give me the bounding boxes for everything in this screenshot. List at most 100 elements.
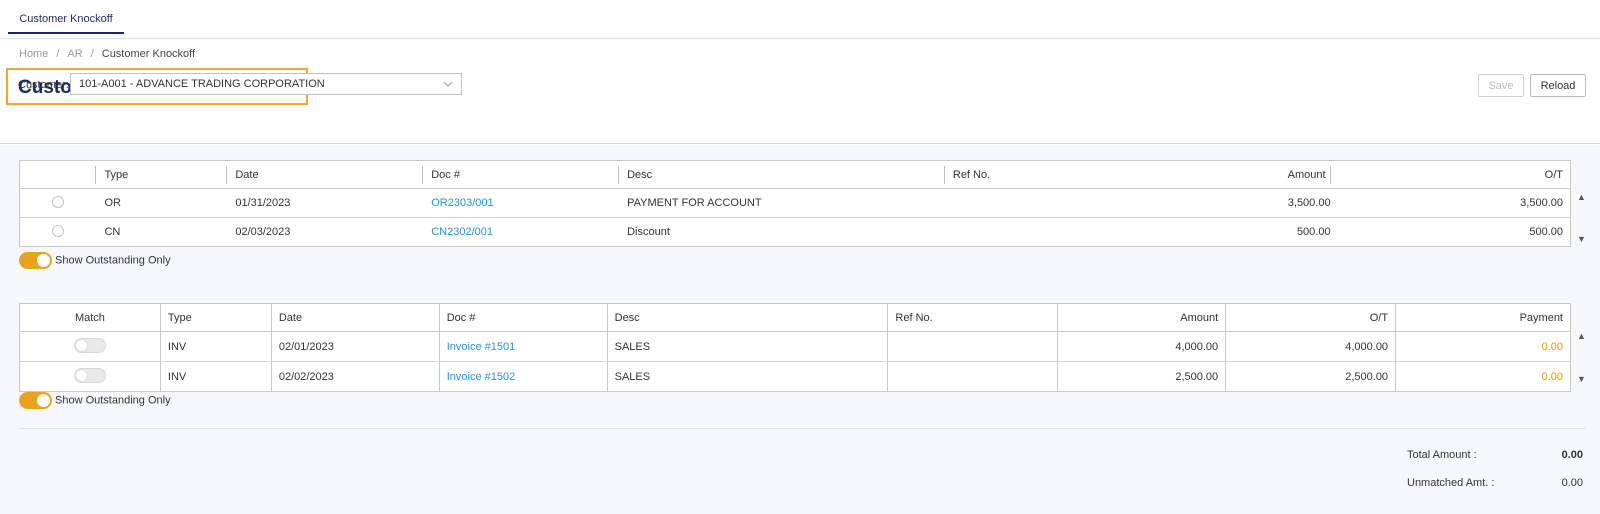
row-radio[interactable] [51, 195, 64, 208]
reload-button[interactable]: Reload [1530, 74, 1586, 97]
column-separator [618, 165, 620, 184]
cell-ot: 500.00 [1529, 226, 1563, 238]
cell-amount: 2,500.00 [1057, 361, 1227, 392]
breadcrumb: Home / AR / Customer Knockoff [19, 48, 195, 60]
cell-type: CN [104, 226, 121, 238]
toggle-switch[interactable] [19, 252, 52, 269]
scroll-down-arrow-icon[interactable]: ▼ [1577, 374, 1586, 384]
column-header-doc: Doc # [439, 303, 608, 332]
cell-amount: 500.00 [1296, 226, 1331, 238]
column-header-label: Ref No. [952, 168, 991, 181]
tab-customer-knockoff[interactable]: Customer Knockoff [8, 0, 124, 34]
column-header-type: Type [95, 160, 227, 189]
cell-date: 01/31/2023 [226, 188, 423, 218]
cell-doc: Invoice #1501 [439, 331, 608, 362]
customer-select-value: 101-A001 - ADVANCE TRADING CORPORATION [79, 78, 325, 90]
customer-select[interactable]: 101-A001 - ADVANCE TRADING CORPORATION [70, 73, 462, 95]
scroll-up-arrow-icon[interactable]: ▲ [1577, 331, 1586, 341]
cell-payment[interactable]: 0.00 [1395, 331, 1571, 362]
toggle-switch[interactable] [19, 392, 52, 409]
cell-type: INV [160, 361, 272, 392]
cell-desc: SALES [607, 331, 889, 362]
cell-ref [944, 218, 1141, 247]
scroll-up-arrow-icon[interactable]: ▲ [1577, 192, 1586, 202]
cell-desc: Discount [627, 226, 670, 238]
payments-table: Type Date Doc # Desc Ref No. Amount O/T … [19, 160, 1571, 247]
doc-link[interactable]: OR2303/001 [431, 197, 493, 209]
cell-ot: 2,500.00 [1225, 361, 1397, 392]
column-header-desc: Desc [618, 160, 944, 189]
column-header-label: Amount [1287, 168, 1326, 181]
column-header-doc: Doc # [422, 160, 619, 189]
row-radio[interactable] [51, 224, 64, 237]
column-header-label: Desc [627, 168, 653, 181]
show-outstanding-toggle-invoices[interactable]: Show Outstanding Only [19, 392, 171, 409]
column-header-type: Type [160, 303, 272, 332]
cell-doc: OR2303/001 [422, 188, 619, 218]
toggle-label: Show Outstanding Only [55, 254, 171, 267]
breadcrumb-ar[interactable]: AR [67, 48, 82, 60]
table-row[interactable]: CN 02/03/2023 CN2302/001 Discount 500.00… [20, 218, 1571, 247]
cell-match [19, 361, 161, 392]
cell-ot: 4,000.00 [1225, 331, 1397, 362]
column-header-label: Type [104, 168, 129, 181]
column-separator [943, 165, 945, 184]
content-area: Type Date Doc # Desc Ref No. Amount O/T … [0, 145, 1600, 514]
total-amount-label: Total Amount : [1407, 449, 1477, 461]
cell-amount: 4,000.00 [1057, 331, 1227, 362]
doc-link[interactable]: Invoice #1502 [447, 371, 516, 383]
column-header-amount: Amount [1057, 303, 1227, 332]
table-header-row: Match Type Date Doc # Desc Ref No. Amoun… [19, 303, 1571, 332]
table-row[interactable]: INV 02/01/2023 Invoice #1501 SALES 4,000… [19, 331, 1571, 362]
breadcrumb-separator: / [56, 48, 60, 60]
cell-ot: 3,500.00 [1337, 188, 1571, 218]
cell-payment[interactable]: 0.00 [1396, 362, 1571, 392]
cell-desc: PAYMENT FOR ACCOUNT [618, 188, 944, 218]
cell-amount: 3,500.00 [1140, 188, 1338, 218]
cell-type: OR [95, 188, 227, 218]
chevron-down-icon [443, 74, 453, 102]
doc-link[interactable]: Invoice #1501 [447, 341, 516, 353]
cell-date: 02/02/2023 [271, 361, 440, 392]
column-header-date: Date [226, 160, 423, 189]
breadcrumb-current: Customer Knockoff [101, 48, 196, 60]
unmatched-amount-value: 0.00 [1561, 477, 1583, 489]
table-header-row: Type Date Doc # Desc Ref No. Amount O/T [19, 160, 1571, 189]
cell-doc: CN2302/001 [422, 218, 618, 247]
breadcrumb-separator: / [90, 48, 94, 60]
tab-bar: Customer Knockoff [0, 0, 1600, 39]
match-toggle[interactable] [73, 337, 106, 353]
scroll-down-arrow-icon[interactable]: ▼ [1577, 234, 1586, 244]
column-header-amount: Amount [1140, 160, 1338, 189]
column-header-label: Date [235, 168, 259, 181]
table-row[interactable]: INV 02/02/2023 Invoice #1502 SALES 2,500… [19, 361, 1571, 392]
match-toggle[interactable] [73, 367, 106, 383]
column-separator [422, 165, 424, 184]
table-row[interactable]: OR 01/31/2023 OR2303/001 PAYMENT FOR ACC… [19, 188, 1571, 218]
show-outstanding-toggle-payments[interactable]: Show Outstanding Only [19, 252, 171, 269]
unmatched-amount-label: Unmatched Amt. : [1407, 477, 1495, 489]
doc-link[interactable]: CN2302/001 [431, 226, 493, 238]
column-header-date: Date [271, 303, 440, 332]
column-header-ot: O/T [1337, 160, 1571, 189]
column-separator [1329, 165, 1331, 184]
column-header-label: O/T [1544, 168, 1563, 181]
cell-ref [943, 188, 1141, 218]
breadcrumb-home[interactable]: Home [19, 48, 48, 60]
column-header-label: Doc # [431, 168, 460, 181]
cell-match [19, 331, 161, 362]
column-header-match: Match [19, 303, 161, 332]
customer-label: Customer: [18, 79, 69, 91]
invoices-table: Match Type Date Doc # Desc Ref No. Amoun… [19, 303, 1571, 392]
column-separator [226, 165, 228, 184]
row-select-cell [20, 218, 96, 247]
save-button[interactable]: Save [1478, 74, 1524, 97]
cell-desc: SALES [607, 361, 889, 392]
column-separator [95, 165, 97, 184]
column-header-payment: Payment [1395, 303, 1571, 332]
toggle-label: Show Outstanding Only [55, 394, 171, 407]
divider [19, 428, 1586, 429]
cell-doc: Invoice #1502 [439, 361, 608, 392]
column-header-desc: Desc [607, 303, 889, 332]
column-header-ref: Ref No. [943, 160, 1141, 189]
